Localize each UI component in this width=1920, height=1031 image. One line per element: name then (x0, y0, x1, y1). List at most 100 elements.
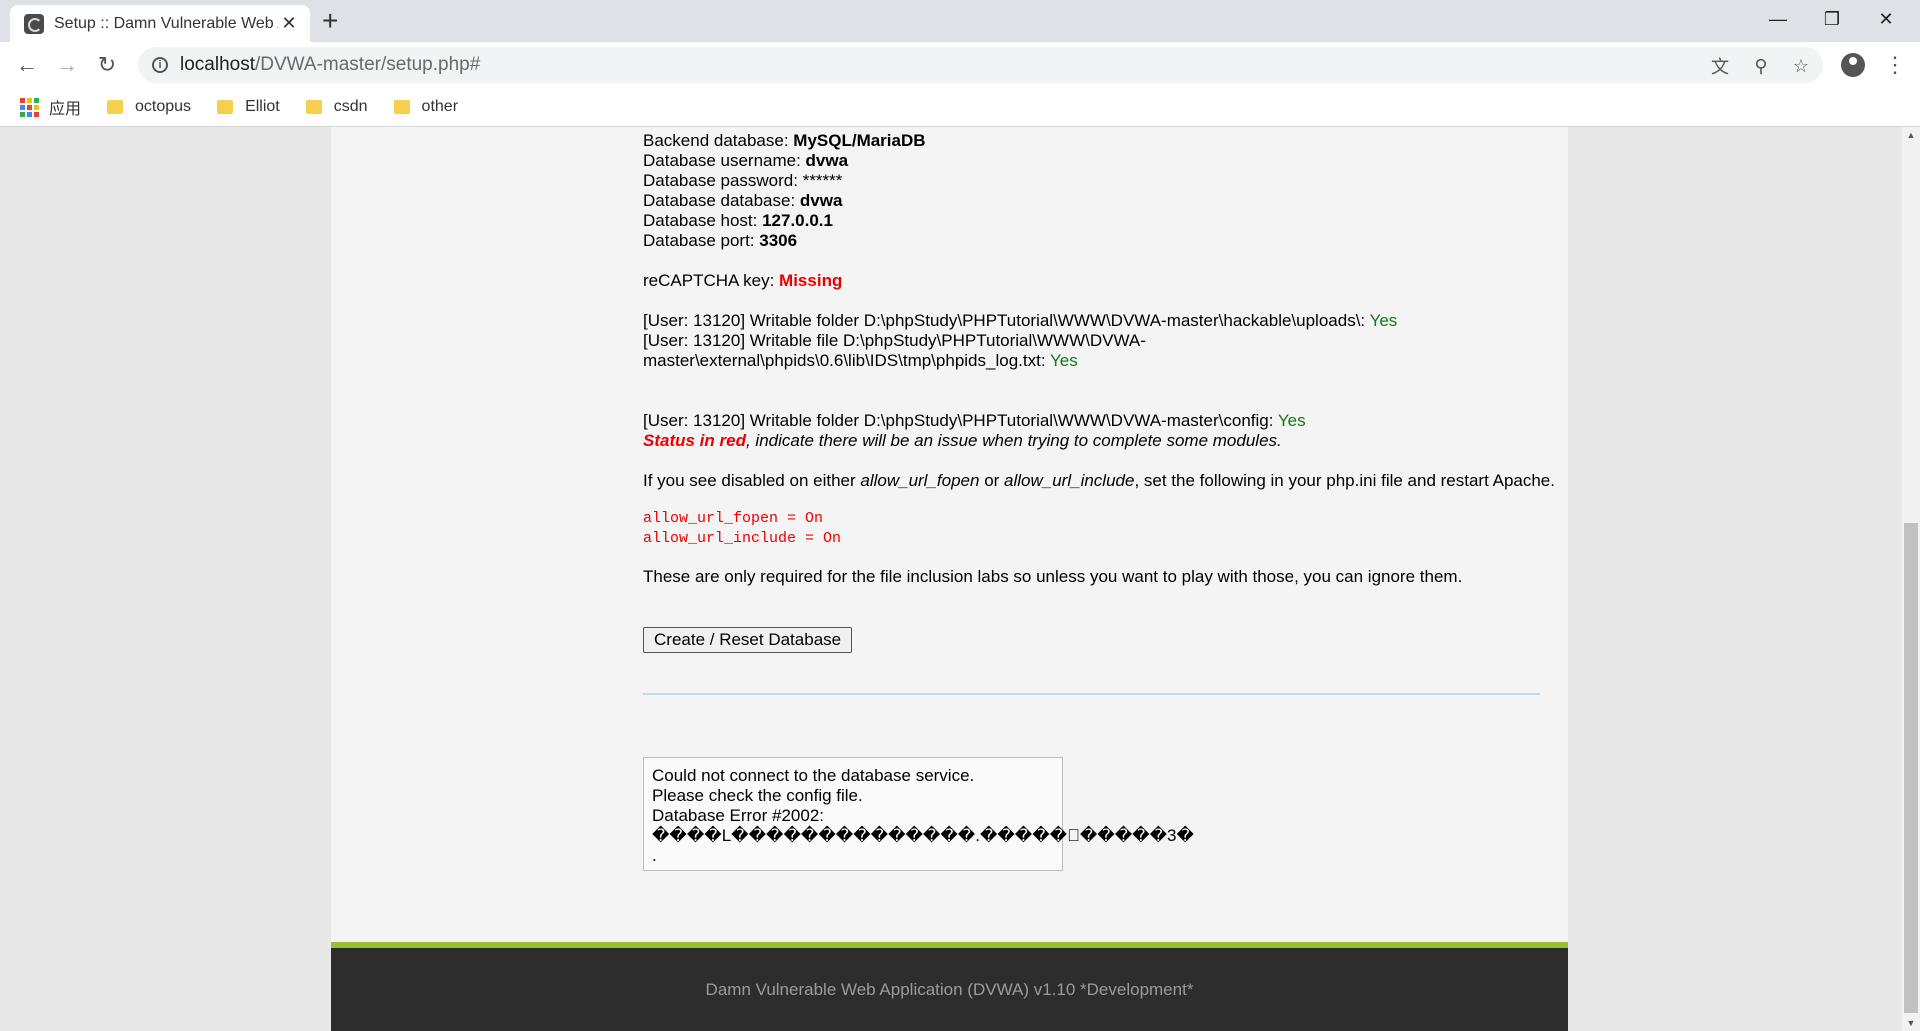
profile-avatar-icon (1841, 53, 1865, 77)
backend-db-value: MySQL/MariaDB (793, 131, 926, 150)
db-port-line: Database port: 3306 (643, 231, 1555, 251)
site-info-icon[interactable]: i (152, 57, 168, 73)
folder-icon (393, 100, 410, 114)
bookmark-elliot[interactable]: Elliot (217, 98, 280, 116)
forward-arrow-icon[interactable]: → (52, 50, 82, 80)
error-line-1: Could not connect to the database servic… (652, 766, 975, 785)
error-line-garbled: ����L��������������.����� �����3� (652, 826, 1194, 845)
db-username-label: Database username: (643, 151, 806, 170)
php-ini-intro-1: If you see disabled on either (643, 471, 861, 490)
db-port-value: 3306 (759, 231, 798, 250)
backend-db-line: Backend database: MySQL/MariaDB (643, 131, 1555, 151)
php-ini-option-include: allow_url_include (1004, 471, 1135, 490)
tab-title: Setup :: Damn Vulnerable Web Application… (54, 14, 278, 32)
php-ini-or: or (979, 471, 1005, 490)
error-line-2: Please check the config file. (652, 786, 863, 805)
bookmark-csdn[interactable]: csdn (305, 98, 368, 116)
translate-icon[interactable]: 文 (1708, 54, 1732, 78)
recaptcha-status: Missing (779, 271, 843, 290)
status-note-red: Status in red (643, 431, 746, 450)
close-tab-icon[interactable]: ✕ (278, 13, 300, 34)
url-host: localhost (180, 54, 255, 75)
writable-uploads-status: Yes (1369, 311, 1398, 330)
reload-icon[interactable]: ↻ (92, 50, 122, 80)
writable-phpids-text-2: master\external\phpids\0.6\lib\IDS\tmp\p… (643, 351, 1050, 370)
page-scrollbar[interactable]: ▲ ▼ (1902, 127, 1920, 1031)
menu-kebab-icon[interactable]: ⋮ (1880, 50, 1910, 80)
profile-button[interactable] (1838, 50, 1868, 80)
apps-grid-icon (20, 97, 39, 117)
recaptcha-label: reCAPTCHA key: (643, 271, 780, 290)
folder-icon (217, 100, 234, 114)
error-line-3: Database Error #2002: (652, 806, 824, 825)
page-viewport: Backend database: MySQL/MariaDB Database… (0, 127, 1902, 1031)
minimize-window-icon[interactable]: — (1751, 0, 1805, 38)
writable-uploads-text: [User: 13120] Writable folder D:\phpStud… (643, 311, 1370, 330)
db-host-value: 127.0.0.1 (762, 211, 833, 230)
folder-icon (107, 100, 124, 114)
create-reset-database-button[interactable]: Create / Reset Database (643, 627, 853, 653)
php-ini-option-fopen: allow_url_fopen (860, 471, 980, 490)
db-username-value: dvwa (805, 151, 849, 170)
bookmarks-bar: 应用 octopus Elliot csdn other (0, 88, 1920, 127)
backend-db-label: Backend database: (643, 131, 794, 150)
bookmark-star-icon[interactable]: ☆ (1789, 54, 1813, 78)
status-note-rest: , indicate there will be an issue when t… (745, 431, 1282, 450)
db-username-line: Database username: dvwa (643, 151, 1555, 171)
scroll-down-arrow-icon[interactable]: ▼ (1902, 1015, 1920, 1031)
db-password-label: Database password: (643, 171, 803, 190)
recaptcha-line: reCAPTCHA key: Missing (643, 271, 1555, 291)
folder-icon (305, 100, 322, 114)
divider (643, 693, 1540, 695)
db-error-box: Could not connect to the database servic… (643, 757, 1194, 871)
php-ini-code-block: allow_url_fopen = On allow_url_include =… (643, 509, 1555, 549)
close-window-icon[interactable]: ✕ (1859, 0, 1913, 38)
footer: Damn Vulnerable Web Application (DVWA) v… (331, 948, 1568, 1031)
browser-tab[interactable]: Setup :: Damn Vulnerable Web Application… (10, 5, 310, 42)
bookmark-other[interactable]: other (393, 98, 459, 116)
db-password-line: Database password: ****** (643, 171, 1555, 191)
bookmark-apps[interactable]: 应用 (0, 95, 81, 119)
tab-strip: Setup :: Damn Vulnerable Web Application… (0, 0, 1920, 42)
dvwa-favicon-icon (24, 13, 44, 34)
footer-text: Damn Vulnerable Web Application (DVWA) v… (705, 979, 1194, 999)
new-tab-button[interactable]: + (322, 6, 338, 36)
php-ini-intro-2: , set the following in your php.ini file… (1134, 471, 1555, 490)
zoom-icon[interactable]: ⚲ (1749, 54, 1773, 78)
db-database-value: dvwa (799, 191, 843, 210)
php-ini-intro: If you see disabled on either allow_url_… (643, 471, 1555, 491)
writable-config-text: [User: 13120] Writable folder D:\phpStud… (643, 411, 1278, 430)
writable-uploads-line: [User: 13120] Writable folder D:\phpStud… (643, 311, 1555, 331)
bookmark-label: other (421, 98, 459, 115)
browser-toolbar: ← → ↻ i localhost/DVWA-master/setup.php#… (0, 42, 1920, 88)
scrollbar-thumb[interactable] (1904, 523, 1918, 1013)
url-path: /DVWA-master/setup.php# (255, 54, 481, 75)
dvwa-container: Backend database: MySQL/MariaDB Database… (331, 127, 1568, 1031)
back-arrow-icon[interactable]: ← (12, 50, 42, 80)
bookmark-label: csdn (333, 98, 368, 115)
scroll-up-arrow-icon[interactable]: ▲ (1902, 127, 1920, 143)
writable-phpids-text-1: [User: 13120] Writable file D:\phpStudy\… (643, 331, 1146, 350)
db-database-line: Database database: dvwa (643, 191, 1555, 211)
db-host-line: Database host: 127.0.0.1 (643, 211, 1555, 231)
bookmark-label: 应用 (49, 101, 82, 118)
db-password-value: ****** (802, 171, 843, 190)
bookmark-label: octopus (135, 98, 192, 115)
error-line-5: . (652, 846, 657, 865)
db-port-label: Database port: (643, 231, 760, 250)
writable-phpids-status: Yes (1049, 351, 1078, 370)
restore-window-icon[interactable]: ❐ (1805, 0, 1859, 38)
bookmark-octopus[interactable]: octopus (107, 98, 191, 116)
writable-phpids-line: [User: 13120] Writable file D:\phpStudy\… (643, 331, 1555, 371)
bookmark-label: Elliot (245, 98, 280, 115)
setup-content: Backend database: MySQL/MariaDB Database… (643, 131, 1555, 871)
code-line-include: allow_url_include = On (643, 530, 842, 547)
code-line-fopen: allow_url_fopen = On (643, 510, 824, 527)
db-database-label: Database database: (643, 191, 800, 210)
php-ini-note: These are only required for the file inc… (643, 567, 1463, 586)
status-note: Status in red, indicate there will be an… (643, 431, 1555, 451)
db-host-label: Database host: (643, 211, 763, 230)
writable-config-line: [User: 13120] Writable folder D:\phpStud… (643, 411, 1555, 431)
address-bar[interactable]: i localhost/DVWA-master/setup.php# 文 ⚲ ☆ (138, 47, 1823, 83)
writable-config-status: Yes (1277, 411, 1306, 430)
